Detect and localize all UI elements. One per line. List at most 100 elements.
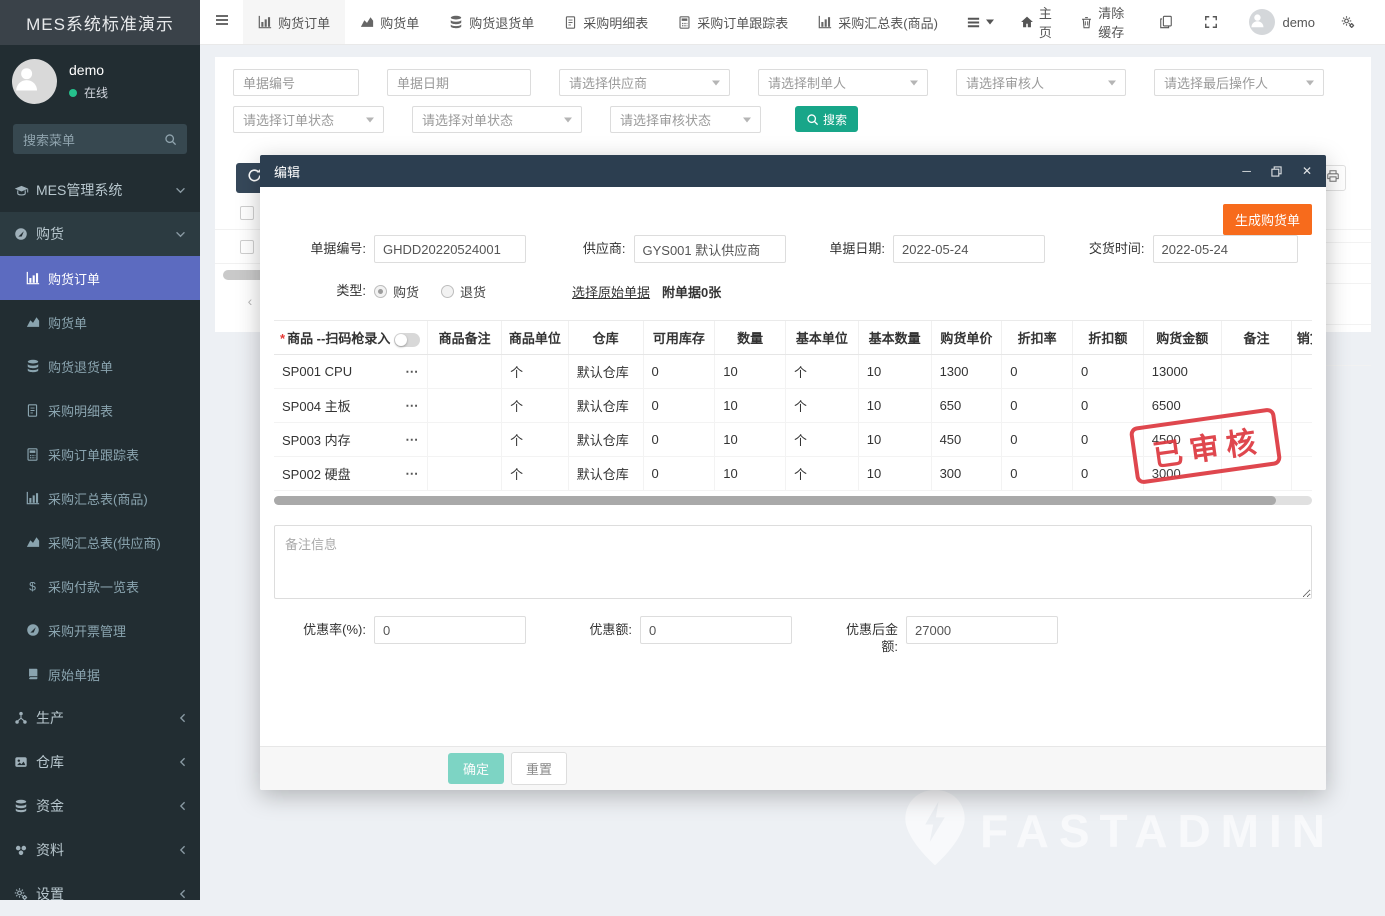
- sidebar-item-purchase-return[interactable]: 购货退货单: [0, 344, 200, 388]
- type-radio-return[interactable]: [441, 285, 454, 298]
- scrollbar-thumb[interactable]: [274, 496, 1276, 505]
- grid-table-icon: [678, 16, 691, 29]
- user-menu[interactable]: demo: [1236, 0, 1328, 45]
- sidebar-item-summary-product[interactable]: 采购汇总表(商品): [0, 476, 200, 520]
- sidebar-group-warehouse[interactable]: 仓库: [0, 740, 200, 784]
- tab-purchase-bill[interactable]: 购货单: [345, 0, 434, 44]
- copy-docs-button[interactable]: [1146, 0, 1191, 45]
- remark-textarea[interactable]: [274, 525, 1312, 599]
- user-avatar: [1249, 9, 1275, 35]
- sidebar-item-purchase-bill[interactable]: 购货单: [0, 300, 200, 344]
- filter-creator-select[interactable]: 请选择制单人: [758, 69, 928, 96]
- sidebar-item-original-docs[interactable]: 原始单据: [0, 652, 200, 696]
- fullscreen-button[interactable]: [1191, 0, 1236, 45]
- more-button[interactable]: ⋯: [399, 398, 419, 414]
- sidebar-item-payment-list[interactable]: $ 采购付款一览表: [0, 564, 200, 608]
- search-icon[interactable]: [164, 133, 177, 146]
- delivery-date-input[interactable]: [1153, 235, 1298, 263]
- filter-bill-no-input[interactable]: 单据编号: [233, 69, 359, 96]
- supplier-input[interactable]: [634, 235, 786, 263]
- barcode-scan-toggle[interactable]: [394, 333, 420, 347]
- discount-amount-input[interactable]: [640, 616, 792, 644]
- bill-no-input[interactable]: [374, 235, 526, 263]
- user-name: demo: [69, 62, 108, 78]
- home-icon: [1020, 15, 1034, 29]
- chevron-left-icon: [179, 713, 186, 723]
- tab-purchase-order[interactable]: 购货订单: [243, 0, 345, 44]
- filter-match-status-select[interactable]: 请选择对单状态: [412, 106, 582, 133]
- sidebar-item-summary-supplier[interactable]: 采购汇总表(供应商): [0, 520, 200, 564]
- sidebar-item-invoice-mgmt[interactable]: 采购开票管理: [0, 608, 200, 652]
- home-button[interactable]: 主页: [1007, 0, 1067, 45]
- more-button[interactable]: ⋯: [399, 364, 419, 380]
- sidebar-toggle-button[interactable]: [200, 0, 243, 44]
- type-radio-purchase[interactable]: [374, 285, 387, 298]
- final-amount-input[interactable]: [906, 616, 1058, 644]
- product-name: SP002 硬盘: [282, 464, 351, 483]
- caret-down-icon: [1108, 80, 1116, 86]
- reset-button[interactable]: 重置: [511, 752, 567, 785]
- sidebar-item-purchase-order[interactable]: 购货订单: [0, 256, 200, 300]
- table-horizontal-scrollbar[interactable]: [274, 496, 1312, 505]
- nav-tabs: 购货订单 购货单 购货退货单 采购明细表 采购订单跟踪表 采购汇总表(商品): [243, 0, 953, 44]
- filter-supplier-select[interactable]: 请选择供应商: [559, 69, 730, 96]
- col-base-unit: 基本单位: [786, 321, 859, 355]
- sidebar-group-settings[interactable]: 设置: [0, 872, 200, 916]
- col-product-unit: 商品单位: [502, 321, 569, 355]
- dialog-header[interactable]: 编辑 ─ ✕: [260, 155, 1326, 187]
- table-header-row: *商品 --扫码枪录入 商品备注 商品单位 仓库 可用库存 数量 基本单位 基本…: [274, 321, 1312, 355]
- sidebar-item-purchase-detail[interactable]: 采购明细表: [0, 388, 200, 432]
- minimize-icon[interactable]: ─: [1242, 165, 1251, 177]
- filter-bill-date-input[interactable]: 单据日期: [387, 69, 531, 96]
- bill-date-input[interactable]: [893, 235, 1045, 263]
- settings-gears-button[interactable]: [1328, 0, 1373, 45]
- top-navbar: 购货订单 购货单 购货退货单 采购明细表 采购订单跟踪表 采购汇总表(商品): [200, 0, 1385, 45]
- sidebar-item-order-tracking[interactable]: 采购订单跟踪表: [0, 432, 200, 476]
- discount-amount-label: 优惠额:: [540, 616, 640, 644]
- tab-list-dropdown-button[interactable]: [953, 0, 1007, 45]
- chevron-down-icon: [175, 231, 186, 238]
- sidebar-group-data[interactable]: 资料: [0, 828, 200, 872]
- sidebar-search-input[interactable]: 搜索菜单: [13, 124, 187, 154]
- database-icon: [449, 15, 463, 29]
- gears-icon: [1341, 15, 1355, 29]
- col-sales-order: 销货订单: [1292, 321, 1312, 355]
- search-button[interactable]: 搜索: [795, 106, 858, 132]
- caret-down-icon: [910, 80, 918, 86]
- caret-down-icon: [712, 80, 720, 86]
- filter-order-status-select[interactable]: 请选择订单状态: [233, 106, 384, 133]
- table-row[interactable]: SP004 主板⋯ 个 默认仓库 0 10 个 10 650 0 0 6500: [274, 389, 1312, 423]
- ok-button[interactable]: 确定: [448, 753, 504, 784]
- sidebar-group-purchase[interactable]: 购货: [0, 212, 200, 256]
- supplier-label: 供应商:: [534, 235, 634, 263]
- filter-auditor-select[interactable]: 请选择审核人: [956, 69, 1126, 96]
- table-row[interactable]: SP001 CPU⋯ 个 默认仓库 0 10 个 10 1300 0 0 130…: [274, 355, 1312, 389]
- person-icon: [12, 64, 57, 98]
- restore-icon[interactable]: [1271, 166, 1282, 177]
- discount-rate-input[interactable]: [374, 616, 526, 644]
- bar-chart-icon: [26, 271, 48, 285]
- filter-audit-status-select[interactable]: 请选择审核状态: [610, 106, 761, 133]
- type-radio-return-label: 退货: [460, 282, 486, 301]
- col-discount-rate: 折扣率: [1002, 321, 1073, 355]
- sidebar-item-mes-root[interactable]: MES管理系统: [0, 168, 200, 212]
- tab-summary-product[interactable]: 采购汇总表(商品): [803, 0, 953, 44]
- tab-order-tracking[interactable]: 采购订单跟踪表: [663, 0, 803, 44]
- close-icon[interactable]: ✕: [1302, 165, 1312, 177]
- caret-down-icon: [743, 117, 751, 123]
- clear-cache-button[interactable]: 清除缓存: [1067, 0, 1146, 45]
- filter-last-operator-select[interactable]: 请选择最后操作人: [1154, 69, 1324, 96]
- choose-original-doc-link[interactable]: 选择原始单据: [572, 282, 650, 301]
- row-checkbox[interactable]: [240, 240, 254, 254]
- tab-purchase-return[interactable]: 购货退货单: [434, 0, 549, 44]
- sidebar-group-funds[interactable]: 资金: [0, 784, 200, 828]
- more-button[interactable]: ⋯: [399, 432, 419, 448]
- dialog-title: 编辑: [274, 162, 300, 181]
- copy-icon: [1159, 15, 1173, 29]
- more-button[interactable]: ⋯: [399, 466, 419, 482]
- generate-purchase-bill-button[interactable]: 生成购货单: [1223, 204, 1312, 235]
- tab-purchase-detail[interactable]: 采购明细表: [549, 0, 663, 44]
- sidebar-group-production[interactable]: 生产: [0, 696, 200, 740]
- product-name: SP003 内存: [282, 430, 351, 449]
- row-checkbox[interactable]: [240, 206, 254, 220]
